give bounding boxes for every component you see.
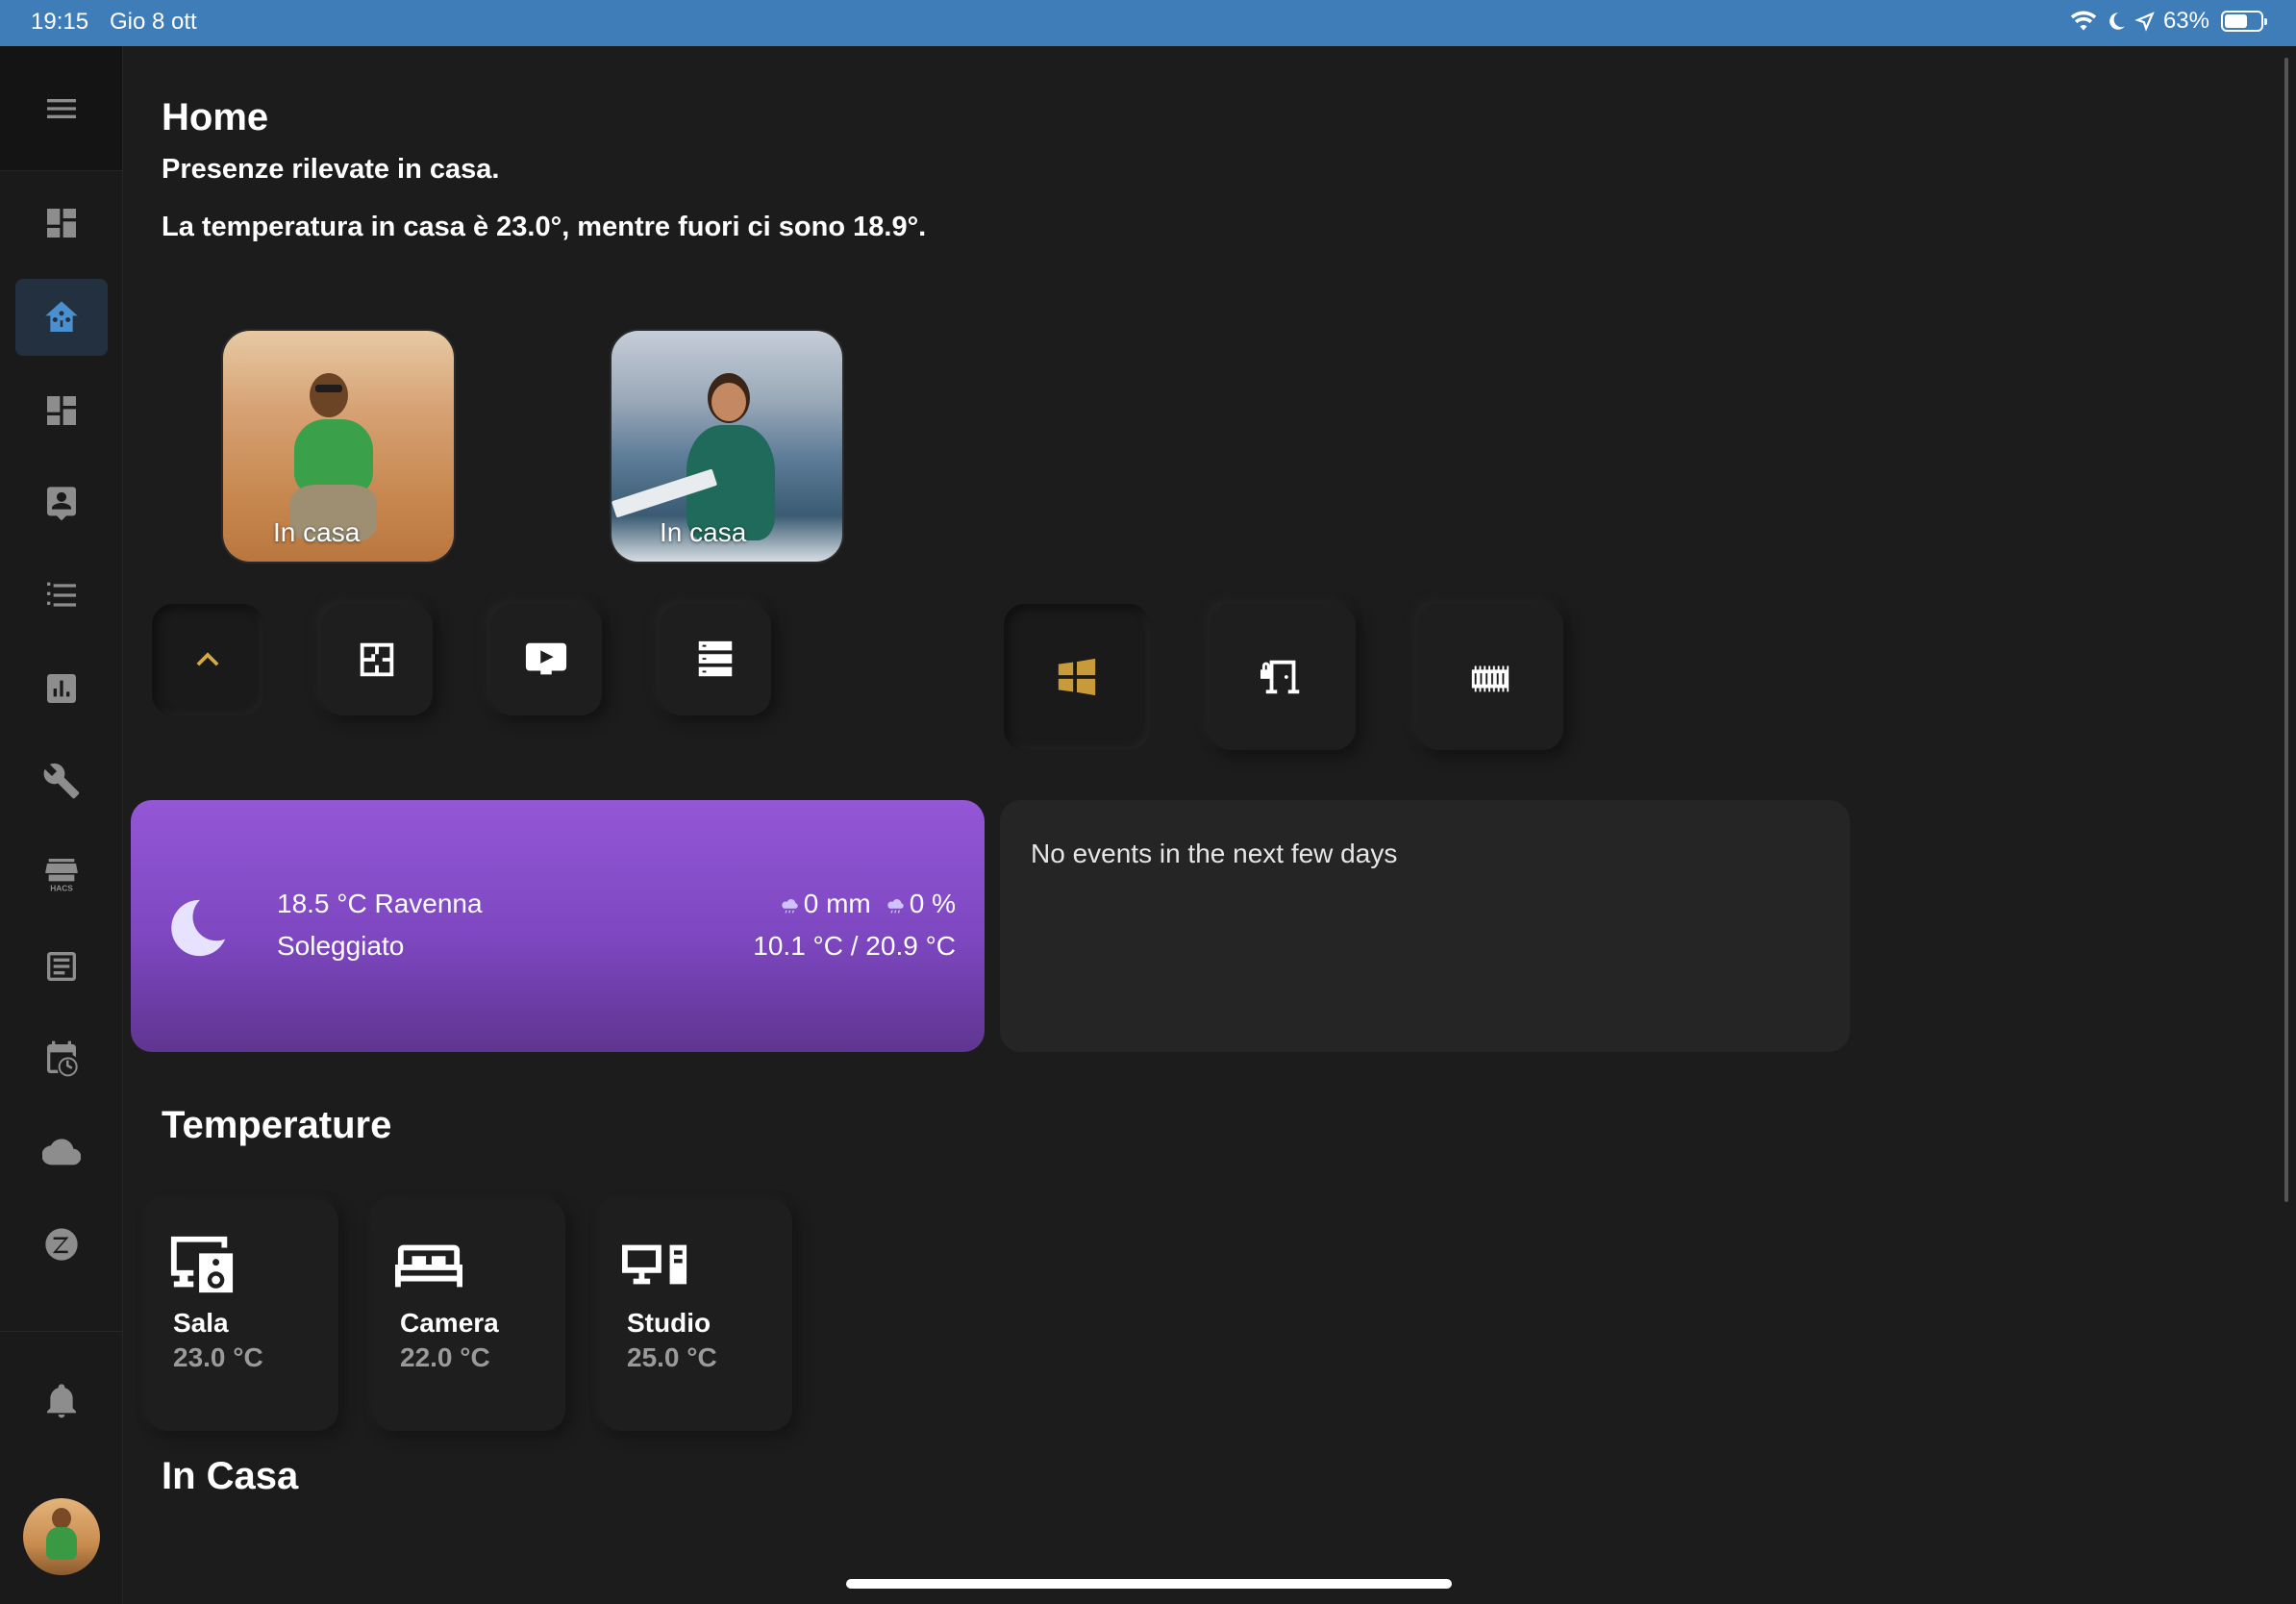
weather-precipitation: 0 mm 0 %	[779, 889, 956, 919]
status-date: Gio 8 ott	[110, 9, 197, 35]
moon-icon	[2109, 13, 2125, 30]
cover-up-button[interactable]	[152, 604, 263, 715]
sidebar-item-dashboard-2[interactable]	[15, 372, 108, 449]
battery-percent: 63%	[2162, 8, 2209, 34]
gate-icon	[1471, 665, 1510, 692]
sidebar-item-zigbee[interactable]	[15, 1206, 108, 1283]
battery-icon	[2221, 11, 2267, 32]
menu-icon	[47, 99, 76, 118]
speaker-monitor-icon	[170, 1236, 234, 1293]
gate-button[interactable]	[1417, 604, 1563, 750]
section-in-casa: In Casa	[162, 1455, 299, 1497]
calendar-empty-message: No events in the next few days	[1031, 839, 1398, 868]
sidebar: HACS	[0, 46, 123, 1604]
chart-box-icon	[47, 674, 76, 703]
zigbee-icon	[45, 1228, 78, 1261]
chevron-up-icon	[196, 652, 219, 666]
weather-condition: Soleggiato	[277, 931, 405, 961]
sidebar-item-scheduler[interactable]	[15, 1020, 108, 1097]
temperature-summary: La temperatura in casa è 23.0°, mentre f…	[162, 212, 927, 242]
page-scrollbar[interactable]	[2284, 58, 2288, 1202]
moon-icon	[171, 899, 226, 957]
sidebar-item-developer-tools[interactable]	[15, 742, 108, 819]
status-time: 19:15	[31, 9, 89, 35]
rain-icon	[887, 898, 904, 913]
dashboard-icon	[47, 209, 76, 238]
calendar-card[interactable]: No events in the next few days	[1000, 800, 1850, 1052]
temperature-card-studio[interactable]: Studio 25.0 °C	[600, 1200, 792, 1431]
user-avatar[interactable]	[23, 1498, 100, 1575]
floor-plan-icon	[360, 642, 394, 677]
page-title: Home	[162, 96, 269, 138]
wifi-icon	[2070, 11, 2097, 31]
person-card[interactable]: In casa	[223, 331, 454, 562]
notifications-button[interactable]	[15, 1362, 108, 1439]
temperature-card-sala[interactable]: Sala 23.0 °C	[146, 1200, 338, 1431]
sidebar-header	[0, 46, 122, 171]
home-indicator[interactable]	[846, 1579, 1452, 1589]
section-temperature: Temperature	[162, 1104, 392, 1146]
bed-icon	[395, 1244, 462, 1288]
sidebar-item-list[interactable]	[15, 557, 108, 634]
floor-plan-button[interactable]	[321, 604, 433, 715]
room-temperature: 22.0 °C	[400, 1342, 490, 1372]
cloud-icon	[42, 1139, 81, 1165]
presence-text: Presenze rilevate in casa.	[162, 154, 500, 185]
precipitation-amount: 0 mm	[779, 889, 871, 919]
sidebar-item-cloud[interactable]	[15, 1114, 108, 1190]
person-status: In casa	[273, 517, 361, 547]
bell-icon	[47, 1384, 76, 1418]
weather-card[interactable]: 18.5 °C Ravenna Soleggiato 0 mm 0 % 10.1…	[131, 800, 985, 1052]
sidebar-item-logbook[interactable]	[15, 928, 108, 1005]
room-name: Sala	[173, 1308, 229, 1338]
status-indicators: 63%	[2069, 8, 2267, 35]
server-icon	[698, 640, 733, 677]
room-name: Camera	[400, 1308, 499, 1338]
windows-button[interactable]	[1004, 604, 1150, 750]
home-assistant-icon	[45, 301, 78, 332]
dashboard-icon	[47, 396, 76, 425]
svg-text:HACS: HACS	[50, 883, 73, 892]
window-icon	[1058, 658, 1096, 696]
television-play-icon	[525, 642, 567, 675]
account-box-icon	[47, 487, 76, 521]
sidebar-divider	[0, 1331, 123, 1332]
sidebar-item-hacs[interactable]: HACS	[15, 835, 108, 912]
store-icon: HACS	[45, 859, 78, 892]
format-list-icon	[47, 582, 76, 607]
room-temperature: 23.0 °C	[173, 1342, 263, 1372]
calendar-clock-icon	[47, 1040, 78, 1077]
rain-icon	[782, 898, 798, 913]
main-content: Home Presenze rilevate in casa. La tempe…	[123, 46, 2284, 1604]
weather-temperature-location: 18.5 °C Ravenna	[277, 889, 483, 918]
wrench-icon	[43, 763, 80, 799]
room-name: Studio	[627, 1308, 711, 1338]
room-temperature: 25.0 °C	[627, 1342, 717, 1372]
sidebar-item-people[interactable]	[15, 464, 108, 541]
door-lock-button[interactable]	[1210, 604, 1356, 750]
menu-button[interactable]	[15, 70, 108, 147]
tv-button[interactable]	[490, 604, 602, 715]
temperature-card-camera[interactable]: Camera 22.0 °C	[373, 1200, 565, 1431]
server-button[interactable]	[660, 604, 771, 715]
location-icon	[2134, 12, 2155, 32]
door-lock-icon	[1260, 660, 1300, 694]
precipitation-probability: 0 %	[885, 889, 956, 919]
weather-min-max: 10.1 °C / 20.9 °C	[753, 931, 956, 961]
text-box-icon	[47, 952, 76, 981]
sidebar-item-home[interactable]	[15, 279, 108, 356]
person-status: In casa	[660, 517, 747, 547]
status-bar: 19:15 Gio 8 ott 63%	[0, 0, 2296, 46]
sidebar-item-overview[interactable]	[15, 185, 108, 262]
person-card[interactable]: In casa	[611, 331, 842, 562]
desktop-tower-monitor-icon	[622, 1244, 687, 1285]
sidebar-item-history[interactable]	[15, 650, 108, 727]
